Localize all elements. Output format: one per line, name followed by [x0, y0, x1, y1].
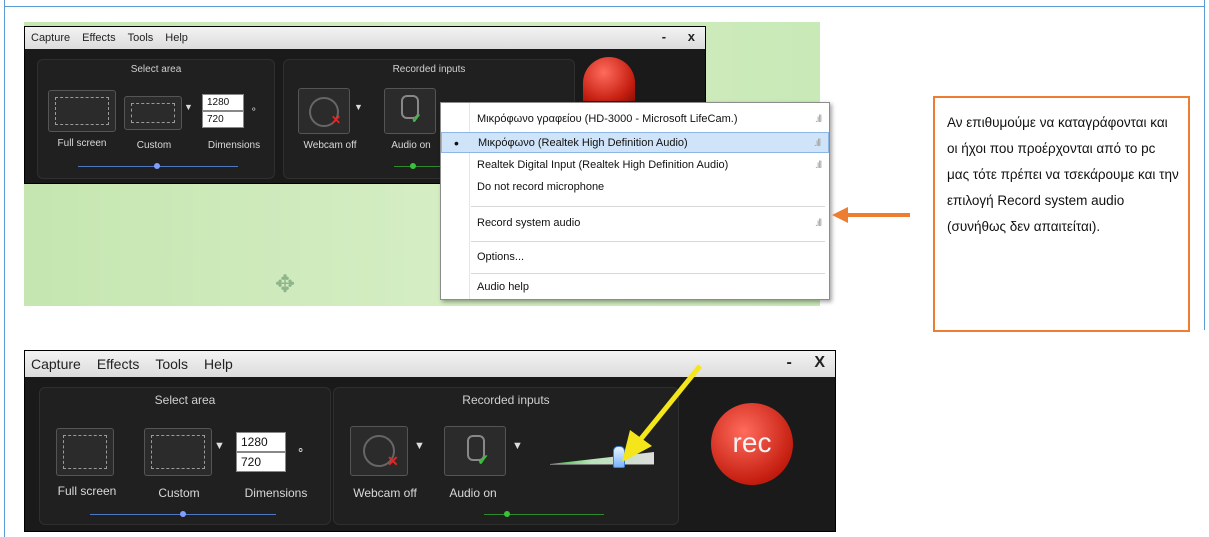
- webcam-off-label: Webcam off: [353, 486, 417, 500]
- height-input[interactable]: 720: [202, 111, 244, 128]
- menu-item-label: Μικρόφωνο γραφείου (HD-3000 - Microsoft …: [477, 113, 738, 125]
- full-screen-label: Full screen: [57, 484, 117, 498]
- close-button[interactable]: X: [814, 354, 825, 371]
- menu-item-options[interactable]: Options...: [441, 247, 829, 268]
- webcam-dropdown-caret-icon[interactable]: ▼: [414, 440, 425, 452]
- menu-capture[interactable]: Capture: [31, 356, 81, 372]
- menu-item-lifecam-mic[interactable]: Μικρόφωνο γραφείου (HD-3000 - Microsoft …: [441, 109, 829, 130]
- audio-button[interactable]: ✓: [444, 426, 506, 476]
- yellow-arrow-icon: [622, 364, 702, 462]
- webcam-button[interactable]: ✕: [350, 426, 408, 476]
- menu-help[interactable]: Help: [165, 32, 188, 44]
- rec-button[interactable]: rec: [711, 403, 793, 485]
- custom-label: Custom: [158, 486, 200, 500]
- menu-item-record-system-audio[interactable]: Record system audio .ıll: [441, 213, 829, 234]
- minimize-button[interactable]: -: [787, 354, 792, 371]
- menu-separator: [471, 273, 825, 274]
- full-screen-label: Full screen: [57, 138, 107, 149]
- signal-strength-icon: .ıll: [815, 114, 822, 125]
- area-slider-handle[interactable]: [154, 163, 160, 169]
- menu-item-label: Μικρόφωνο (Realtek High Definition Audio…: [478, 137, 688, 149]
- menu-item-realtek-digital[interactable]: Realtek Digital Input (Realtek High Defi…: [441, 155, 829, 176]
- audio-on-label: Audio on: [391, 140, 431, 151]
- frame-border-top: [4, 6, 1205, 7]
- custom-area-button[interactable]: [124, 96, 182, 130]
- menu-capture[interactable]: Capture: [31, 32, 70, 44]
- full-screen-button[interactable]: [48, 90, 116, 132]
- menu-item-realtek-mic[interactable]: • Μικρόφωνο (Realtek High Definition Aud…: [441, 132, 829, 153]
- menu-tools[interactable]: Tools: [155, 356, 188, 372]
- inputs-slider-handle[interactable]: [410, 163, 416, 169]
- custom-dropdown-caret-icon[interactable]: ▼: [184, 102, 193, 112]
- audio-on-label: Audio on: [449, 486, 497, 500]
- signal-strength-icon: .ıll: [815, 160, 822, 171]
- menu-item-label: Record system audio: [477, 217, 581, 229]
- width-input[interactable]: 1280: [202, 94, 244, 111]
- close-button[interactable]: x: [688, 29, 695, 44]
- selected-bullet-icon: •: [454, 135, 459, 151]
- audio-dropdown-caret-icon[interactable]: ▼: [512, 440, 523, 452]
- menu-item-label: Audio help: [477, 281, 529, 293]
- full-screen-button[interactable]: [56, 428, 114, 476]
- custom-area-button[interactable]: [144, 428, 212, 476]
- menu-tools[interactable]: Tools: [128, 32, 154, 44]
- menu-item-label: Options...: [477, 251, 525, 263]
- audio-on-check-icon: ✓: [411, 111, 422, 126]
- select-area-title: Select area: [154, 393, 216, 407]
- move-handle-icon[interactable]: ✥: [272, 272, 298, 298]
- webcam-off-label: Webcam off: [303, 140, 357, 151]
- menu-item-label: Do not record microphone: [477, 181, 605, 193]
- menu-effects[interactable]: Effects: [97, 356, 140, 372]
- inputs-slider-track[interactable]: [484, 514, 604, 515]
- menu-item-no-mic[interactable]: Do not record microphone: [441, 177, 829, 198]
- minimize-button[interactable]: -: [662, 29, 666, 44]
- menu-bar: Capture Effects Tools Help - X: [25, 351, 835, 377]
- lock-aspect-icon[interactable]: ⚬: [250, 104, 258, 115]
- audio-on-check-icon: ✓: [477, 452, 490, 469]
- select-area-group: Select area Full screen ▼ Custom 1280 72…: [37, 59, 275, 179]
- frame-border-right: [1204, 0, 1205, 330]
- signal-strength-icon: .ıll: [814, 138, 821, 149]
- menu-effects[interactable]: Effects: [82, 32, 115, 44]
- webcam-button[interactable]: ✕: [298, 88, 350, 134]
- recorded-inputs-title: Recorded inputs: [392, 64, 466, 75]
- menu-bar: Capture Effects Tools Help - x: [25, 27, 705, 49]
- rec-button-partial[interactable]: [583, 57, 635, 101]
- menu-help[interactable]: Help: [204, 356, 233, 372]
- lock-aspect-icon[interactable]: ⚬: [296, 444, 305, 457]
- custom-label: Custom: [136, 140, 172, 151]
- dimensions-label: Dimensions: [244, 486, 308, 500]
- height-input[interactable]: 720: [236, 452, 286, 472]
- webcam-dropdown-caret-icon[interactable]: ▼: [354, 102, 363, 112]
- menu-separator: [471, 206, 825, 207]
- audio-source-menu: Μικρόφωνο γραφείου (HD-3000 - Microsoft …: [440, 102, 830, 300]
- annotation-note: Αν επιθυμούμε να καταγράφονται και οι ήχ…: [933, 96, 1190, 332]
- menu-item-label: Realtek Digital Input (Realtek High Defi…: [477, 159, 729, 171]
- webcam-off-x-icon: ✕: [331, 113, 342, 127]
- inputs-slider-track[interactable]: [394, 166, 444, 167]
- select-area-group: Select area Full screen ▼ Custom 1280 72…: [39, 387, 331, 525]
- menu-separator: [471, 241, 825, 242]
- frame-border-left: [4, 0, 5, 537]
- audio-button[interactable]: ✓: [384, 88, 436, 134]
- webcam-off-x-icon: ✕: [387, 453, 399, 469]
- menu-item-audio-help[interactable]: Audio help: [441, 277, 829, 298]
- select-area-title: Select area: [130, 64, 182, 75]
- inputs-slider-handle[interactable]: [504, 511, 510, 517]
- area-slider-handle[interactable]: [180, 511, 186, 517]
- width-input[interactable]: 1280: [236, 432, 286, 452]
- recorder-window-bottom: Capture Effects Tools Help - X Select ar…: [24, 350, 836, 532]
- custom-dropdown-caret-icon[interactable]: ▼: [214, 440, 225, 452]
- signal-strength-icon: .ıll: [815, 218, 822, 229]
- dimensions-label: Dimensions: [207, 140, 261, 151]
- orange-arrow-icon: [832, 207, 910, 223]
